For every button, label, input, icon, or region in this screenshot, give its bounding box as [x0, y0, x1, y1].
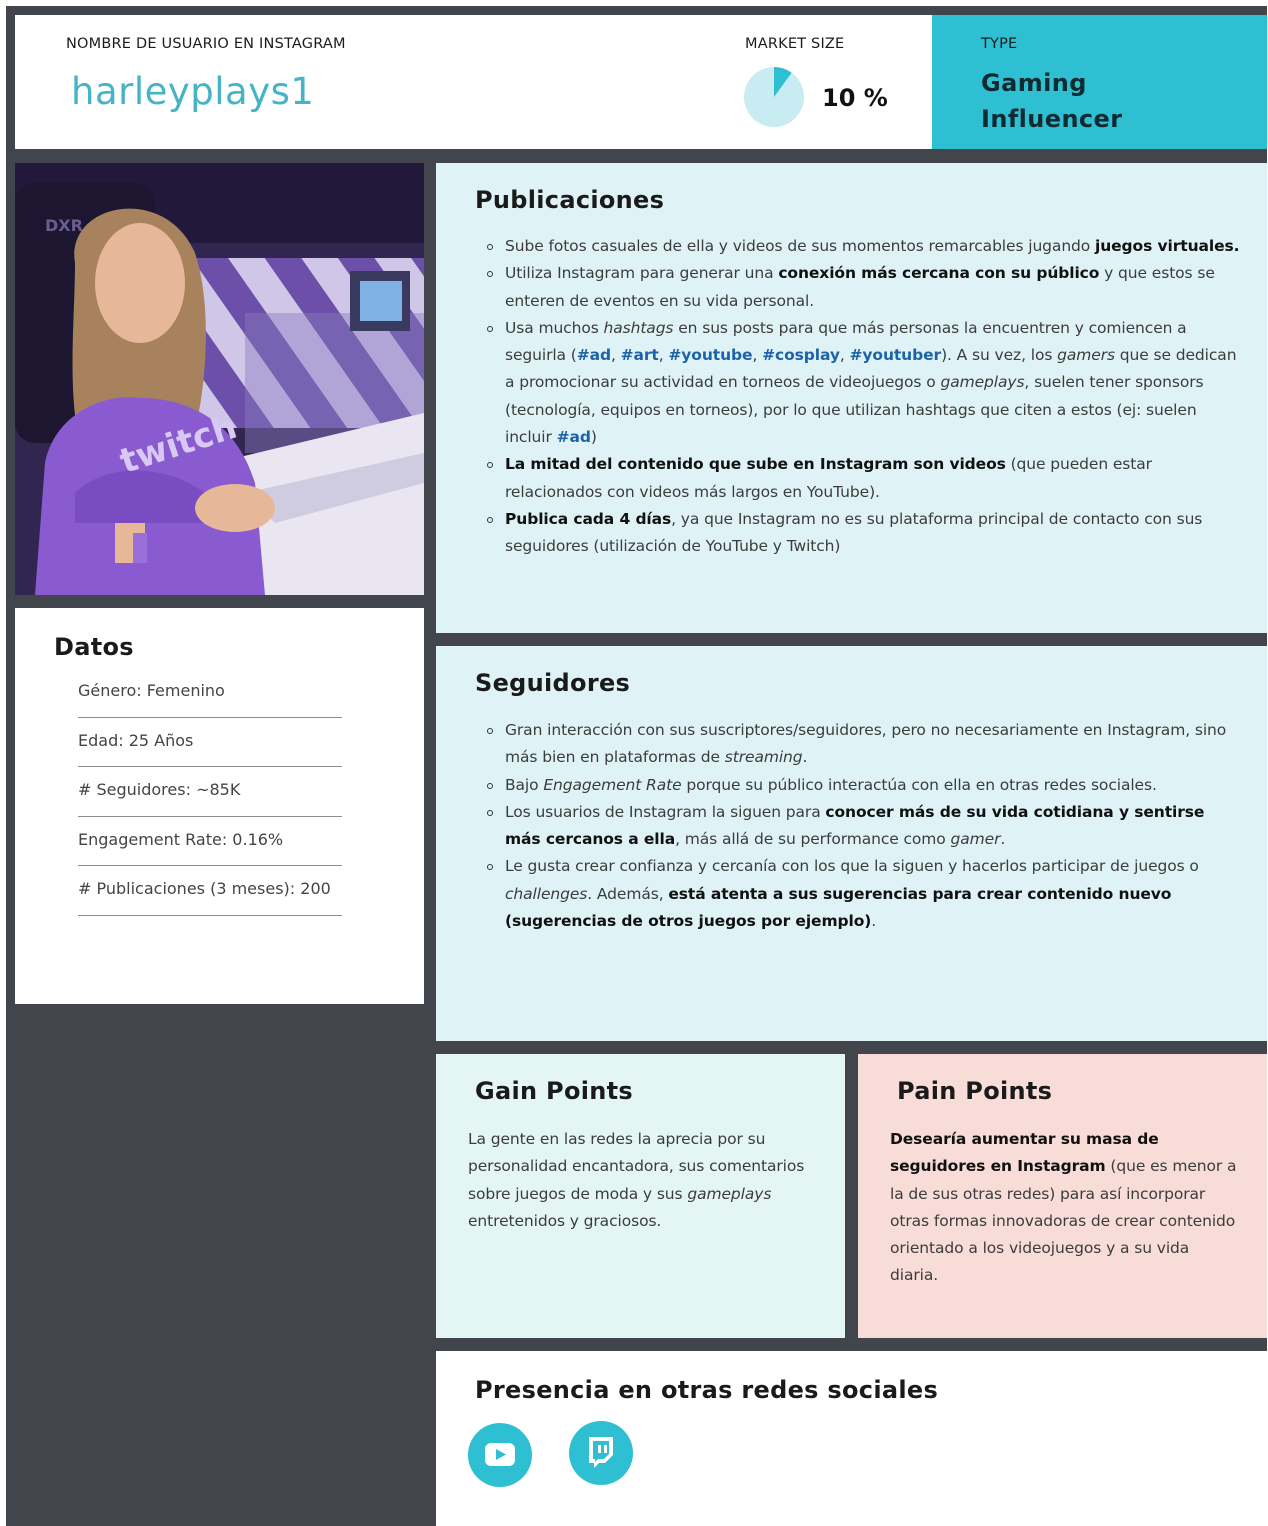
list-item: Los usuarios de Instagram la siguen para…	[475, 799, 1245, 854]
pain-points-title: Pain Points	[897, 1077, 1053, 1105]
gain-points-title: Gain Points	[475, 1077, 634, 1105]
list-item: Sube fotos casuales de ella y videos de …	[475, 233, 1245, 260]
list-item: Publica cada 4 días, ya que Instagram no…	[475, 506, 1245, 561]
hashtag: #art	[620, 346, 659, 365]
datos-row: Género: Femenino	[78, 668, 342, 718]
datos-row: Edad: 25 Años	[78, 718, 342, 767]
redes-card: Presencia en otras redes sociales	[436, 1351, 1267, 1526]
twitch-icon[interactable]	[569, 1421, 633, 1485]
list-item: Gran interacción con sus suscriptores/se…	[475, 717, 1245, 772]
hashtag: #ad	[556, 428, 591, 447]
persona-sheet: NOMBRE DE USUARIO EN INSTAGRAM harleypla…	[6, 6, 1267, 1526]
list-item: Utiliza Instagram para generar una conex…	[475, 260, 1245, 315]
datos-list: Género: Femenino Edad: 25 Años # Seguido…	[78, 668, 342, 916]
datos-row: Engagement Rate: 0.16%	[78, 817, 342, 866]
seguidores-card: Seguidores Gran interacción con sus susc…	[436, 646, 1267, 1041]
list-item: Le gusta crear confianza y cercanía con …	[475, 853, 1245, 935]
seguidores-title: Seguidores	[475, 669, 631, 697]
list-item: Bajo Engagement Rate porque su público i…	[475, 772, 1245, 799]
market-size-label: MARKET SIZE	[745, 36, 845, 52]
publicaciones-list: Sube fotos casuales de ella y videos de …	[475, 233, 1245, 561]
type-line-2: Influencer	[981, 105, 1123, 133]
username: harleyplays1	[71, 70, 315, 113]
datos-title: Datos	[54, 633, 134, 661]
hashtag: #ad	[576, 346, 611, 365]
seguidores-list: Gran interacción con sus suscriptores/se…	[475, 717, 1245, 935]
header-bar: NOMBRE DE USUARIO EN INSTAGRAM harleypla…	[15, 15, 932, 149]
redes-title: Presencia en otras redes sociales	[475, 1376, 939, 1404]
type-panel: TYPE Gaming Influencer	[932, 15, 1267, 149]
datos-row: # Publicaciones (3 meses): 200	[78, 866, 342, 916]
datos-card: Datos Género: Femenino Edad: 25 Años # S…	[15, 608, 424, 1004]
profile-photo-illustration: DXR twitch	[15, 163, 424, 595]
profile-photo: DXR twitch	[15, 163, 424, 595]
type-label: TYPE	[981, 36, 1018, 52]
market-size-pie	[744, 67, 804, 127]
username-label: NOMBRE DE USUARIO EN INSTAGRAM	[66, 36, 346, 52]
gain-points-card: Gain Points La gente en las redes la apr…	[436, 1054, 845, 1338]
youtube-icon[interactable]	[468, 1423, 532, 1487]
hashtag: #youtuber	[849, 346, 942, 365]
list-item: La mitad del contenido que sube en Insta…	[475, 451, 1245, 506]
pain-points-text: Desearía aumentar su masa de seguidores …	[890, 1130, 1237, 1285]
market-size-value: 10 %	[822, 84, 888, 112]
hashtag: #cosplay	[762, 346, 840, 365]
publicaciones-card: Publicaciones Sube fotos casuales de ell…	[436, 163, 1267, 633]
list-item: Usa muchos hashtags en sus posts para qu…	[475, 315, 1245, 451]
type-line-1: Gaming	[981, 69, 1087, 97]
publicaciones-title: Publicaciones	[475, 186, 665, 214]
hashtag: #youtube	[668, 346, 753, 365]
datos-row: # Seguidores: ~85K	[78, 767, 342, 817]
gain-points-text: La gente en las redes la aprecia por su …	[468, 1130, 805, 1230]
svg-text:DXR: DXR	[45, 216, 83, 235]
pain-points-card: Pain Points Desearía aumentar su masa de…	[858, 1054, 1267, 1338]
